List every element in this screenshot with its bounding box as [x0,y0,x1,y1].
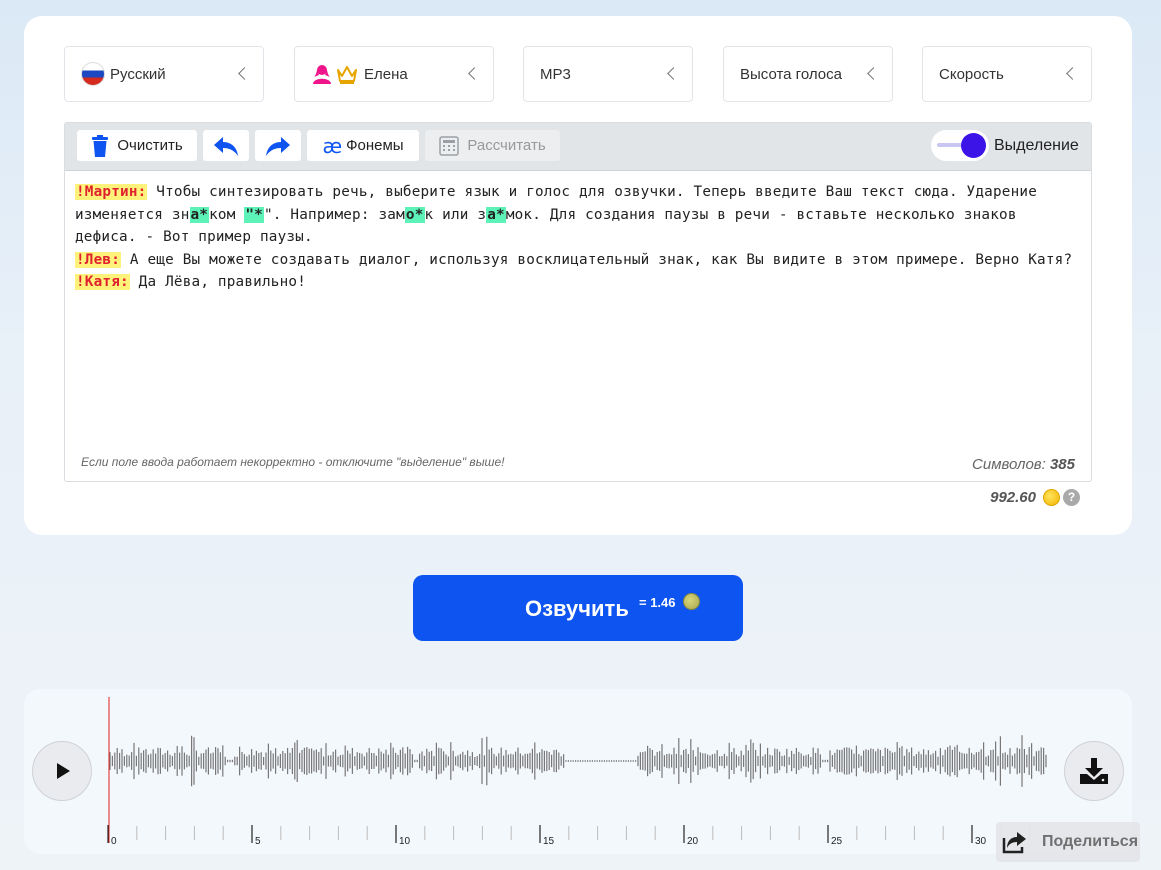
timeline-label: 15 [543,836,555,847]
trash-icon [92,134,109,157]
timeline-label: 20 [687,836,699,847]
text-segment: ком [209,206,245,223]
text-segment: ". Например: зам [263,206,405,223]
balance: 992.60 ? [990,489,1080,506]
voice-select[interactable]: Елена [294,46,494,102]
share-label: Поделиться [1042,833,1139,850]
highlight-toggle[interactable] [931,130,989,161]
coin-icon [683,593,700,610]
undo-icon [214,136,238,156]
redo-button[interactable] [255,130,301,161]
editor-toolbar: Очистить æ Фонемы Рассчитать Выделение [65,123,1091,171]
calculate-label: Рассчитать [467,137,546,154]
calculator-icon [439,135,460,156]
female-user-icon [313,65,331,84]
phonemes-button[interactable]: æ Фонемы [307,130,419,161]
timeline-label: 10 [399,836,411,847]
pitch-select[interactable]: Высота голоса [723,46,893,102]
pitch-value: Высота голоса [740,65,842,83]
editor-line: !Катя: Да Лёва, правильно! [75,271,1081,294]
chevron-left-icon [238,67,251,80]
editor-line: !Лев: А еще Вы можете создавать диалог, … [75,249,1081,272]
char-counter-value: 385 [1049,456,1075,473]
chevron-left-icon [867,67,880,80]
text-editor[interactable]: Очистить æ Фонемы Рассчитать Выделение !… [64,122,1092,482]
speaker-tag: !Катя: [75,274,130,291]
settings-card: Русский Елена MP3 Высота голоса Скорость [24,16,1132,535]
editor-hint: Если поле ввода работает некорректно - о… [81,455,505,469]
speed-select[interactable]: Скорость [922,46,1092,102]
text-segment: А еще Вы можете создавать диалог, исполь… [121,251,1073,268]
ae-icon: æ [322,133,343,158]
stress-mark: а* [189,206,210,223]
crown-icon [337,66,357,84]
phonemes-label: Фонемы [346,137,404,154]
calculate-button[interactable]: Рассчитать [425,130,560,161]
voice-value: Елена [364,65,408,83]
balance-value: 992.60 [990,489,1036,506]
speaker-tag: !Лев: [75,251,122,268]
play-icon [57,763,70,779]
speak-button[interactable]: Озвучить = 1.46 [413,575,743,641]
help-icon[interactable]: ? [1063,489,1080,506]
stress-mark: "* [244,206,264,223]
speed-value: Скорость [939,65,1004,83]
stress-mark: о* [404,206,425,223]
timeline-label: 0 [111,836,117,847]
download-icon [1080,758,1108,784]
format-select[interactable]: MP3 [523,46,693,102]
editor-line: !Мартин: Чтобы синтезировать речь, выбер… [75,181,1081,249]
language-value: Русский [110,65,166,83]
timeline-label: 30 [975,836,987,847]
audio-player: 0 5 10 15 20 25 30 [24,689,1132,854]
waveform[interactable]: 0 5 10 15 20 25 30 [104,689,1054,854]
play-button[interactable] [32,741,92,801]
chevron-left-icon [468,67,481,80]
clear-label: Очистить [117,137,183,154]
share-icon [1002,832,1026,854]
download-button[interactable] [1064,741,1124,801]
stress-mark: а* [486,206,506,223]
share-button[interactable]: Поделиться [996,822,1140,862]
toggle-knob [961,133,986,158]
text-segment: Да Лёва, правильно! [129,274,307,291]
language-select[interactable]: Русский [64,46,264,102]
char-counter: Символов: 385 [972,456,1075,473]
russia-flag-icon [81,62,105,86]
speaker-tag: !Мартин: [75,184,148,200]
speak-cost: = 1.46 [639,595,676,610]
chevron-left-icon [667,67,680,80]
undo-button[interactable] [203,130,249,161]
redo-icon [266,136,290,156]
chevron-left-icon [1066,67,1079,80]
coin-icon [1043,489,1060,506]
speak-label: Озвучить [525,596,629,621]
timeline-label: 5 [255,836,261,847]
text-segment: к или з [424,206,487,223]
timeline-label: 25 [831,836,843,847]
char-counter-label: Символов: [972,456,1046,473]
highlight-label: Выделение [994,137,1079,154]
format-value: MP3 [540,65,571,83]
editor-text-area[interactable]: !Мартин: Чтобы синтезировать речь, выбер… [65,171,1091,304]
clear-button[interactable]: Очистить [77,130,197,161]
